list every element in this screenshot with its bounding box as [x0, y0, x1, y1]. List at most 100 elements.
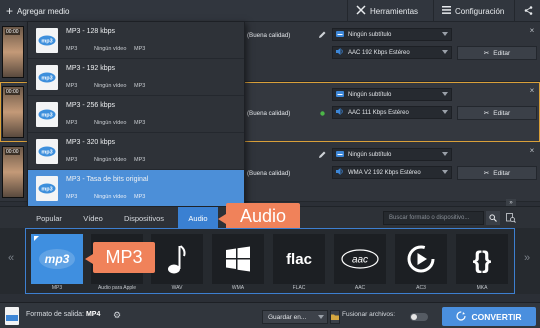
- output-format-label: Formato de salida:: [26, 311, 84, 318]
- callout-pointer: [85, 254, 93, 264]
- svg-text:mp3: mp3: [41, 39, 52, 45]
- format-wav[interactable]: [151, 234, 203, 284]
- tab-popular[interactable]: Popular: [28, 207, 70, 229]
- svg-text:mp3: mp3: [45, 252, 70, 266]
- quality-field[interactable]: (Buena calidad): [245, 28, 327, 42]
- close-icon[interactable]: ×: [527, 26, 537, 36]
- audio-track-select[interactable]: WMA V2 192 Kbps Estéreo: [332, 166, 452, 179]
- subtitle-select[interactable]: Ningún subtítulo: [332, 28, 452, 41]
- output-format-icon[interactable]: [5, 307, 19, 325]
- format-wma[interactable]: [212, 234, 264, 284]
- preset-item[interactable]: mp3 MP3 - 192 kbps MP3 Ningún vídeo MP3: [28, 59, 244, 96]
- close-icon[interactable]: ×: [527, 86, 537, 96]
- preset-item[interactable]: mp3 MP3 - 128 kbps MP3 Ningún vídeo MP3: [28, 22, 244, 59]
- tools-icon: [356, 5, 366, 17]
- bottom-bar: Formato de salida: MP4 ⚙ Guardar en... F…: [0, 302, 540, 328]
- audio-track-value: AAC 192 Kbps Estéreo: [348, 49, 410, 56]
- chevron-down-icon: [442, 32, 448, 36]
- search-placeholder: Buscar formato o dispositivo...: [389, 215, 470, 221]
- preset-item[interactable]: mp3 MP3 - 320 kbps MP3 Ningún vídeo MP3: [28, 133, 244, 170]
- format-label: MP3: [51, 285, 63, 291]
- preset-codec: MP3: [66, 46, 78, 52]
- preset-item[interactable]: mp3 MP3 - 256 kbps MP3 Ningún vídeo MP3: [28, 96, 244, 133]
- add-media-button[interactable]: + Agregar medio: [0, 0, 76, 22]
- tab-devices[interactable]: Dispositivos: [115, 207, 173, 229]
- pencil-icon[interactable]: [316, 28, 328, 42]
- save-to-select[interactable]: Guardar en...: [262, 310, 328, 324]
- corner-marker: [34, 236, 39, 241]
- mka-logo-icon: {}: [473, 247, 492, 274]
- format-ac3[interactable]: [395, 234, 447, 284]
- device-scan-icon[interactable]: [504, 211, 518, 225]
- gear-icon[interactable]: ⚙: [113, 310, 121, 321]
- format-flac[interactable]: flac: [273, 234, 325, 284]
- svg-text:mp3: mp3: [41, 150, 52, 156]
- chevron-right-icon[interactable]: »: [524, 252, 530, 264]
- edit-label: Editar: [493, 109, 511, 117]
- tools-button[interactable]: Herramientas: [350, 0, 424, 22]
- chevron-down-icon: [318, 315, 324, 319]
- settings-button[interactable]: Configuración: [436, 0, 510, 22]
- svg-text:flac: flac: [286, 251, 312, 268]
- merge-files-toggle[interactable]: [410, 313, 428, 321]
- output-format[interactable]: Formato de salida: MP4: [26, 311, 100, 318]
- share-button[interactable]: [518, 0, 539, 22]
- audio-track-select[interactable]: AAC 192 Kbps Estéreo: [332, 46, 452, 59]
- preset-video: Ningún vídeo: [94, 120, 127, 126]
- edit-button[interactable]: ✂ Editar: [457, 46, 537, 60]
- edit-button[interactable]: ✂ Editar: [457, 106, 537, 120]
- audio-track-value: WMA V2 192 Kbps Estéreo: [348, 169, 421, 176]
- subtitle-icon: [336, 90, 344, 99]
- add-media-label: Agregar medio: [17, 6, 70, 16]
- chevron-left-icon[interactable]: «: [8, 252, 14, 264]
- convert-button[interactable]: CONVERTIR: [442, 307, 536, 326]
- pencil-icon[interactable]: [316, 148, 328, 162]
- video-thumbnail[interactable]: 00:00: [2, 86, 24, 138]
- preset-video: Ningún vídeo: [94, 194, 127, 200]
- tab-audio[interactable]: Audio: [178, 207, 218, 229]
- folder-icon[interactable]: [330, 310, 340, 324]
- edit-label: Editar: [493, 169, 511, 177]
- merge-files-label: Fusionar archivos:: [342, 311, 396, 318]
- top-toolbar: + Agregar medio Herramientas Configuraci…: [0, 0, 540, 22]
- edit-button[interactable]: ✂ Editar: [457, 166, 537, 180]
- mp3-icon: mp3: [39, 249, 75, 269]
- search-input[interactable]: Buscar formato o dispositivo...: [383, 211, 484, 225]
- speaker-icon: [336, 168, 344, 177]
- toolbar-divider: [347, 0, 348, 22]
- video-thumbnail[interactable]: 00:00: [2, 26, 24, 78]
- windows-logo-icon: [226, 246, 250, 272]
- toolbar-divider: [433, 0, 434, 22]
- menu-icon: [442, 6, 451, 16]
- mp3-callout: MP3: [93, 242, 155, 273]
- close-icon[interactable]: ×: [527, 146, 537, 156]
- format-mp3[interactable]: mp3: [31, 234, 83, 284]
- subtitle-select[interactable]: Ningún subtítulo: [332, 88, 452, 101]
- format-mka[interactable]: {}: [456, 234, 508, 284]
- svg-text:mp3: mp3: [41, 113, 52, 119]
- output-format-badge: [6, 315, 18, 321]
- preset-video: Ningún vídeo: [94, 157, 127, 163]
- format-aac[interactable]: aac: [334, 234, 386, 284]
- svg-text:mp3: mp3: [41, 187, 52, 193]
- format-label: Audio para Apple: [97, 285, 137, 291]
- scissors-icon: ✂: [483, 170, 490, 177]
- preset-item-selected[interactable]: mp3 MP3 - Tasa de bits original MP3 Ning…: [28, 170, 244, 207]
- quality-field[interactable]: (Buena calidad): [245, 106, 327, 120]
- video-thumbnail[interactable]: 00:00: [2, 146, 24, 198]
- preset-audio: MP3: [134, 46, 146, 52]
- chevron-down-icon: [442, 152, 448, 156]
- search-icon[interactable]: [486, 211, 500, 225]
- callout-pointer: [218, 214, 226, 224]
- audio-track-select[interactable]: AAC 111 Kbps Estéreo: [332, 106, 452, 119]
- mp3-file-icon: mp3: [36, 28, 58, 53]
- subtitle-select[interactable]: Ningún subtítulo: [332, 148, 452, 161]
- audio-track-value: AAC 111 Kbps Estéreo: [348, 109, 409, 116]
- quality-field[interactable]: (Buena calidad): [245, 166, 327, 180]
- format-label: WMA: [231, 285, 245, 291]
- preset-title: MP3 - Tasa de bits original: [66, 176, 149, 183]
- svg-text:mp3: mp3: [41, 76, 52, 82]
- chevron-down-icon: [442, 50, 448, 54]
- tab-video[interactable]: Vídeo: [76, 207, 110, 229]
- audio-callout-label: Audio: [239, 206, 287, 226]
